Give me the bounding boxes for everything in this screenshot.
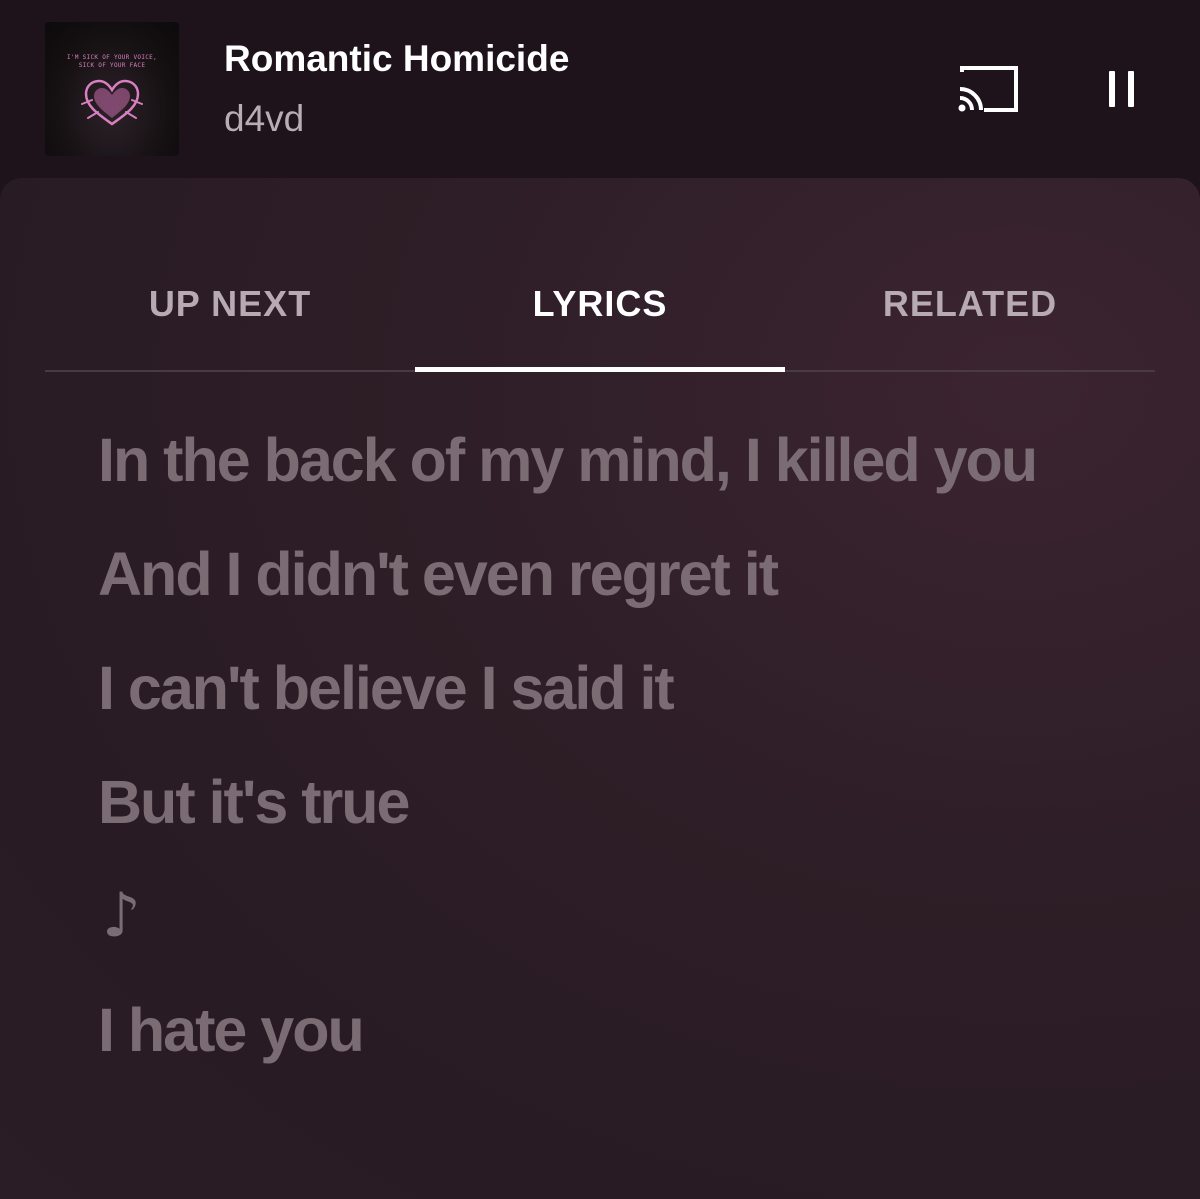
album-art-text-line2: SICK OF YOUR FACE — [78, 62, 146, 69]
music-note-icon[interactable]: ♪ — [98, 876, 1158, 956]
lyric-line[interactable]: I can't believe I said it — [98, 648, 1158, 728]
tab-up-next[interactable]: UP NEXT — [45, 178, 415, 370]
lyric-line[interactable]: In the back of my mind, I killed you — [98, 420, 1158, 500]
cast-icon — [958, 66, 1018, 112]
lyrics-list: In the back of my mind, I killed you And… — [98, 420, 1158, 1104]
song-title[interactable]: Romantic Homicide — [224, 38, 569, 80]
lyrics-screen: I'M SICK OF YOUR VOICE, SICK OF YOUR FAC… — [0, 0, 1200, 1199]
tab-lyrics[interactable]: LYRICS — [415, 178, 785, 372]
tab-bar: UP NEXT LYRICS RELATED — [45, 178, 1155, 372]
tab-lyrics-label: LYRICS — [532, 283, 668, 324]
cast-button[interactable] — [950, 58, 1024, 122]
lyric-line[interactable]: And I didn't even regret it — [98, 534, 1158, 614]
now-playing-bar[interactable]: I'M SICK OF YOUR VOICE, SICK OF YOUR FAC… — [0, 0, 1200, 180]
song-artist[interactable]: d4vd — [224, 98, 304, 140]
tab-related[interactable]: RELATED — [785, 178, 1155, 370]
lyric-line[interactable]: But it's true — [98, 762, 1158, 842]
album-art-text-line1: I'M SICK OF YOUR VOICE, — [67, 54, 157, 61]
tab-related-label: RELATED — [882, 283, 1058, 324]
pause-icon-bar-right — [1128, 71, 1134, 107]
active-tab-indicator — [415, 367, 785, 372]
album-art[interactable]: I'M SICK OF YOUR VOICE, SICK OF YOUR FAC… — [45, 22, 179, 156]
lyric-line[interactable]: I hate you — [98, 990, 1158, 1070]
album-art-text: I'M SICK OF YOUR VOICE, SICK OF YOUR FAC… — [45, 54, 179, 70]
pause-icon-bar-left — [1109, 71, 1115, 107]
tab-up-next-label: UP NEXT — [148, 283, 312, 324]
heart-hands-icon — [81, 79, 143, 126]
player-sheet: UP NEXT LYRICS RELATED In the back of my… — [0, 178, 1200, 1199]
pause-button[interactable] — [1090, 58, 1154, 122]
